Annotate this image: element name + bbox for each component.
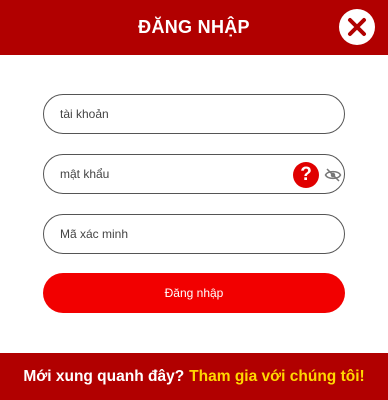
captcha-field-wrapper	[43, 214, 345, 254]
footer-prompt: Mới xung quanh đây?	[23, 367, 185, 385]
signup-footer: Mới xung quanh đây? Tham gia với chúng t…	[0, 353, 388, 400]
close-button[interactable]	[339, 9, 375, 45]
eye-slash-icon[interactable]	[324, 167, 342, 183]
signup-link[interactable]: Tham gia với chúng tôi!	[189, 368, 365, 386]
close-icon	[348, 18, 366, 36]
page-title: ĐĂNG NHẬP	[138, 17, 250, 37]
captcha-input[interactable]	[44, 227, 274, 241]
password-field-wrapper: ?	[43, 154, 345, 194]
modal-header: ĐĂNG NHẬP	[0, 0, 388, 55]
login-button[interactable]: Đăng nhập	[43, 273, 345, 313]
password-input[interactable]	[44, 167, 274, 181]
username-input[interactable]	[44, 107, 274, 121]
username-field-wrapper	[43, 94, 345, 134]
help-icon[interactable]: ?	[293, 162, 319, 188]
